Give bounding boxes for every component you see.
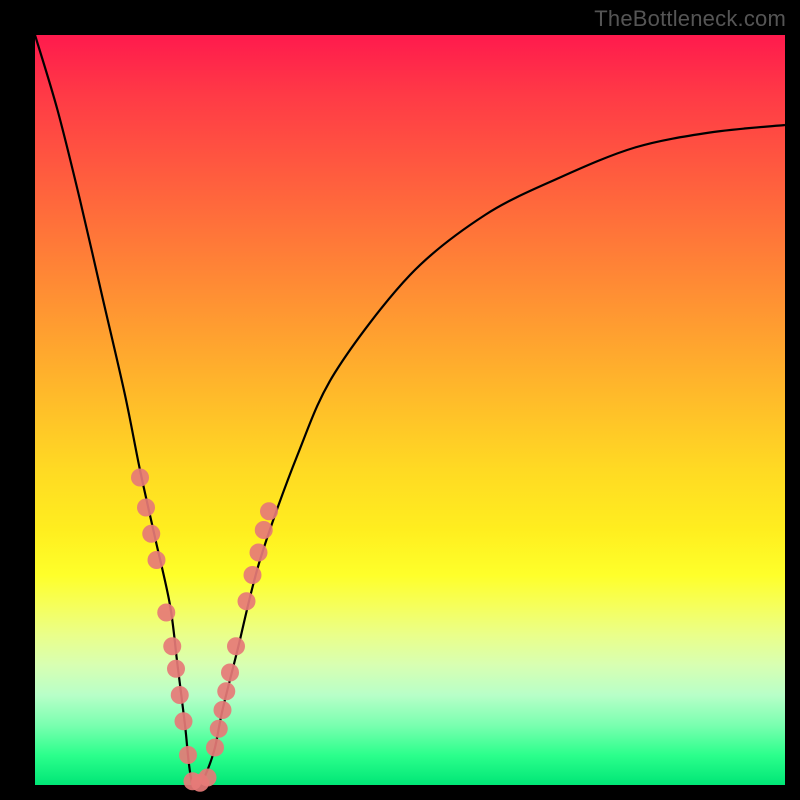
data-marker (217, 682, 235, 700)
data-marker (142, 525, 160, 543)
attribution-label: TheBottleneck.com (594, 6, 786, 32)
data-marker (171, 686, 189, 704)
data-marker (148, 551, 166, 569)
data-marker (227, 637, 245, 655)
chart-frame: TheBottleneck.com (0, 0, 800, 800)
data-marker (199, 769, 217, 787)
data-marker (214, 701, 232, 719)
curve-line (35, 35, 785, 787)
data-marker (250, 544, 268, 562)
data-marker (163, 637, 181, 655)
data-marker (179, 746, 197, 764)
data-marker (238, 592, 256, 610)
data-marker (221, 664, 239, 682)
bottleneck-curve (35, 35, 785, 785)
data-marker (206, 739, 224, 757)
data-marker (260, 502, 278, 520)
data-marker (244, 566, 262, 584)
data-marker (255, 521, 273, 539)
data-marker (210, 720, 228, 738)
data-marker (157, 604, 175, 622)
data-marker (137, 499, 155, 517)
data-marker (131, 469, 149, 487)
marker-layer (131, 469, 278, 792)
data-marker (175, 712, 193, 730)
plot-area (35, 35, 785, 785)
data-marker (167, 660, 185, 678)
